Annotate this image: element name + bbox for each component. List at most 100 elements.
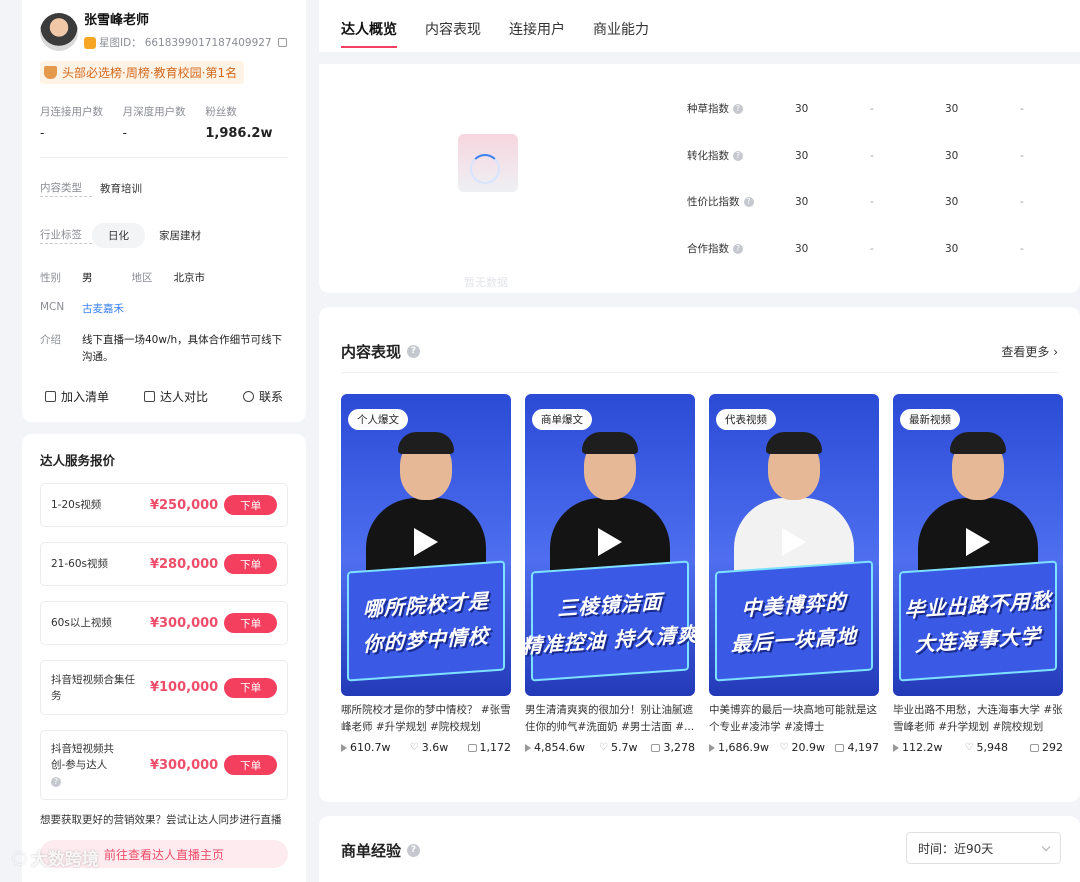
metric-name: 种草指数 <box>687 103 729 115</box>
metric-value: 30 <box>945 149 959 162</box>
play-icon[interactable] <box>414 528 438 556</box>
add-to-list-button[interactable]: 加入清单 <box>45 388 109 405</box>
industry-tag[interactable]: 家居建材 <box>151 223 209 248</box>
video-caption-line: 精准控油 持久清爽 <box>525 621 695 659</box>
help-icon[interactable]: ? <box>733 103 743 114</box>
presenter-hair <box>766 432 822 454</box>
intro-row: 介绍 线下直播一场40w/h，具体合作细节可线下沟通。 <box>40 332 288 366</box>
play-icon[interactable] <box>598 528 622 556</box>
industry-row: 行业标签 日化 家居建材 <box>40 223 288 248</box>
play-count: 4,854.6w <box>525 741 585 754</box>
copy-icon[interactable] <box>277 38 287 47</box>
order-button[interactable]: 下单 <box>224 755 277 775</box>
time-range-select[interactable]: 时间： 近90天 <box>906 832 1061 864</box>
metric-row: 种草指数? 30 - 30 - <box>687 101 1080 116</box>
video-caption-line: 三棱镜洁面 <box>557 589 663 621</box>
video-caption-line: 毕业出路不用愁 <box>904 587 1052 623</box>
like-count-value: 3.6w <box>421 741 449 754</box>
stat-value: - <box>40 126 45 140</box>
video-list: 哪所院校才是 你的梦中情校 个人爆文哪所院校才是你的梦中情校？ #张雪峰老师 #升学… <box>341 394 1063 754</box>
avatar[interactable] <box>40 13 78 51</box>
play-icon[interactable] <box>966 528 990 556</box>
video-title[interactable]: 毕业出路不用愁，大连海事大学 #张雪峰老师 #升学规划 #院校规划 <box>893 702 1063 736</box>
metric-row: 转化指数? 30 - 30 - <box>687 148 1080 163</box>
video-thumbnail[interactable]: 三棱镜洁面 精准控油 持久清爽 商单爆文 <box>525 394 695 696</box>
video-title[interactable]: 中美博弈的最后一块高地可能就是这个专业#凌沛学 #凌博士 <box>709 702 879 736</box>
metric-delta: - <box>1020 242 1024 255</box>
video-card[interactable]: 中美博弈的 最后一块高地 代表视频中美博弈的最后一块高地可能就是这个专业#凌沛学 #… <box>709 394 879 754</box>
metric-row: 合作指数? 30 - 30 - <box>687 241 1080 256</box>
presenter-hair <box>950 432 1006 454</box>
video-thumbnail[interactable]: 哪所院校才是 你的梦中情校 个人爆文 <box>341 394 511 696</box>
video-title[interactable]: 哪所院校才是你的梦中情校？ #张雪峰老师 #升学规划 #院校规划 <box>341 702 511 736</box>
like-count: ♡ 5,948 <box>965 741 1008 754</box>
like-count-value: 5.7w <box>610 741 638 754</box>
intro-label: 介绍 <box>40 334 61 346</box>
price-item-price: ¥250,000 <box>149 497 219 513</box>
price-item-price: ¥100,000 <box>149 680 219 695</box>
metric-delta: - <box>870 242 874 255</box>
heart-icon: ♡ <box>964 742 974 753</box>
order-button[interactable]: 下单 <box>224 677 277 698</box>
metric-delta: - <box>1020 195 1024 208</box>
tab-content[interactable]: 内容表现 <box>425 0 481 52</box>
metric-delta: - <box>870 102 874 115</box>
metric-name-wrap: 转化指数? <box>687 148 795 163</box>
play-icon[interactable] <box>782 528 806 556</box>
profile-card: 张雪峰老师 星图ID： 6618399017187409927 头部必选榜·周榜… <box>22 0 306 422</box>
comment-count-value: 292 <box>1042 741 1063 754</box>
gender-label: 性别 <box>40 272 61 284</box>
video-caption: 三棱镜洁面 精准控油 持久清爽 <box>525 560 695 682</box>
price-item: 抖音短视频共创-参与达人 ? ¥300,000 下单 <box>40 730 288 800</box>
metric-value: 30 <box>795 102 809 115</box>
comment-count: 4,197 <box>835 741 879 754</box>
video-stats: 1,686.9w ♡ 20.9w 4,197 <box>709 741 879 754</box>
empty-state: 暂无数据 <box>444 120 528 289</box>
creator-stats: 月连接用户数 - 月深度用户数 - 粉丝数 1,986.2w <box>40 104 288 158</box>
region-value: 北京市 <box>173 272 206 284</box>
help-icon[interactable]: ? <box>407 345 421 358</box>
metric-name-wrap: 合作指数? <box>687 241 795 256</box>
stat-monthly-deep: 月深度用户数 - <box>123 104 206 141</box>
video-thumbnail[interactable]: 毕业出路不用愁 大连海事大学 最新视频 <box>893 394 1063 696</box>
price-item-name: 21-60s视频 <box>51 558 108 570</box>
profile-header: 张雪峰老师 星图ID： 6618399017187409927 <box>40 12 288 51</box>
stat-label: 月连接用户数 <box>40 106 103 118</box>
help-icon[interactable]: ? <box>743 196 754 207</box>
video-caption-line: 你的梦中情校 <box>363 623 489 657</box>
video-card[interactable]: 三棱镜洁面 精准控油 持久清爽 商单爆文男生清清爽爽的很加分！别让油腻遮住你的帅气#… <box>525 394 695 754</box>
tab-business[interactable]: 商业能力 <box>593 0 649 52</box>
rank-badge[interactable]: 头部必选榜·周榜·教育校园·第1名 <box>40 61 245 84</box>
help-icon[interactable]: ? <box>733 150 743 161</box>
video-card[interactable]: 毕业出路不用愁 大连海事大学 最新视频毕业出路不用愁，大连海事大学 #张雪峰老师 #… <box>893 394 1063 754</box>
order-button[interactable]: 下单 <box>224 495 277 515</box>
deals-panel: 商单经验? 时间： 近90天 <box>319 816 1080 882</box>
profile-actions: 加入清单 达人对比 联系 <box>40 388 288 405</box>
tab-overview[interactable]: 达人概览 <box>341 0 397 52</box>
play-count-icon <box>893 743 899 752</box>
metric-delta: - <box>1020 102 1024 115</box>
metric-value: 30 <box>945 102 959 115</box>
video-card[interactable]: 哪所院校才是 你的梦中情校 个人爆文哪所院校才是你的梦中情校？ #张雪峰老师 #升学… <box>341 394 511 754</box>
help-icon[interactable]: ? <box>733 243 743 254</box>
comment-icon <box>467 743 477 752</box>
compare-button[interactable]: 达人对比 <box>143 388 208 405</box>
industry-tag[interactable]: 日化 <box>92 223 145 248</box>
time-range-label: 时间： <box>918 841 955 856</box>
view-more-link[interactable]: 查看更多 › <box>1001 343 1058 360</box>
video-thumbnail[interactable]: 中美博弈的 最后一块高地 代表视频 <box>709 394 879 696</box>
tab-connected-users[interactable]: 连接用户 <box>509 0 565 52</box>
like-count: ♡ 3.6w <box>410 741 448 754</box>
help-icon[interactable]: ? <box>407 844 421 857</box>
video-stats: 4,854.6w ♡ 5.7w 3,278 <box>525 741 695 754</box>
heart-icon: ♡ <box>599 742 608 753</box>
order-button[interactable]: 下单 <box>224 554 277 574</box>
play-count-icon <box>525 743 531 752</box>
order-button[interactable]: 下单 <box>224 613 277 633</box>
help-icon[interactable]: ? <box>51 777 61 787</box>
creator-name: 张雪峰老师 <box>84 13 150 28</box>
video-title[interactable]: 男生清清爽爽的很加分！别让油腻遮住你的帅气#洗面奶 #男士洁面 #... <box>525 702 695 736</box>
contact-button[interactable]: 联系 <box>242 388 283 405</box>
metric-name-wrap: 性价比指数? <box>687 194 795 209</box>
mcn-link[interactable]: 古麦嘉禾 <box>82 301 124 316</box>
